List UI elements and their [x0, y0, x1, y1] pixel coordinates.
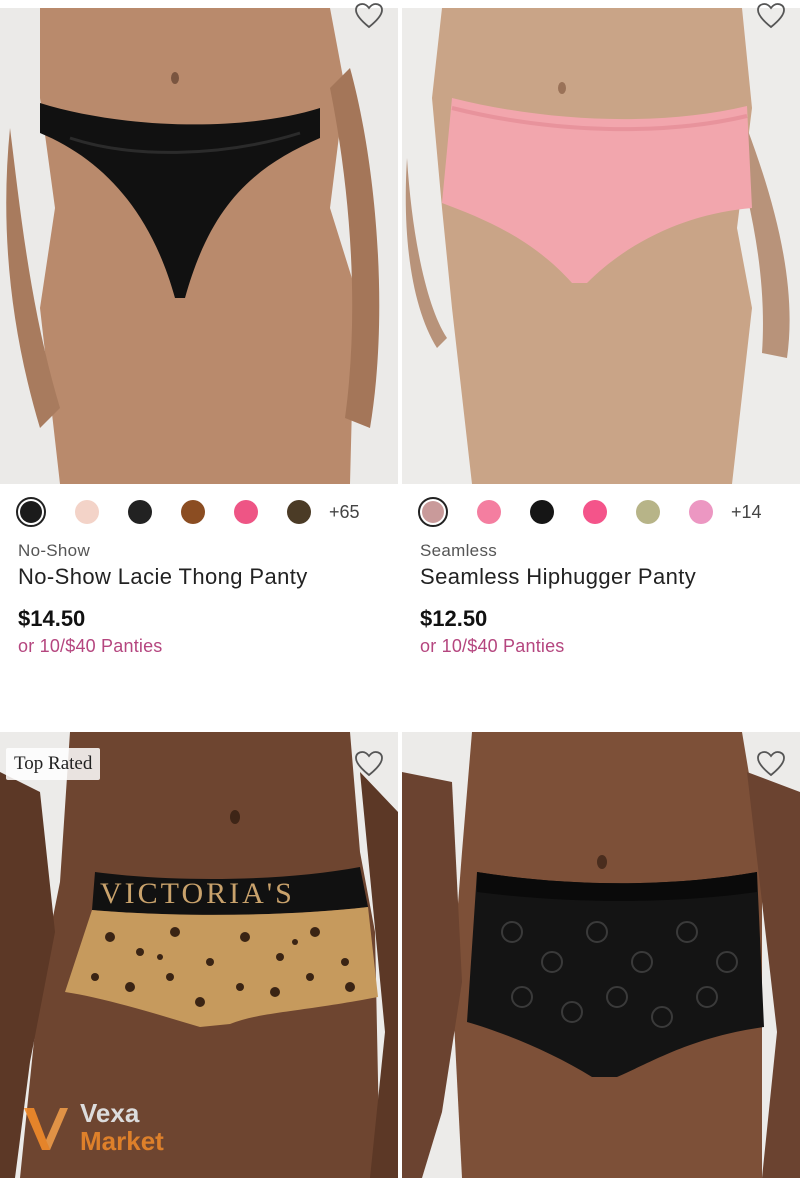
product-grid: +65 No-Show No-Show Lacie Thong Panty $1… [0, 0, 800, 1178]
product-name[interactable]: Seamless Hiphugger Panty [420, 564, 696, 590]
color-swatch[interactable] [128, 500, 152, 524]
color-swatch-selected[interactable] [16, 497, 46, 527]
product-price: $14.50 [18, 606, 86, 631]
product-image[interactable] [402, 8, 800, 484]
color-swatch[interactable] [583, 500, 607, 524]
top-rated-badge: Top Rated [6, 748, 101, 780]
color-swatch[interactable] [530, 500, 554, 524]
color-swatches: +14 [402, 494, 800, 530]
vexa-market-watermark: Vexa Market [20, 1098, 200, 1158]
product-image[interactable] [0, 8, 398, 484]
product-image[interactable] [402, 732, 800, 1178]
product-category: Seamless [420, 541, 498, 560]
wishlist-heart-icon[interactable] [354, 2, 384, 30]
color-swatch[interactable] [75, 500, 99, 524]
wishlist-heart-icon[interactable] [756, 750, 786, 778]
color-swatch[interactable] [287, 500, 311, 524]
promo-text: or 10/$40 Panties [420, 636, 565, 656]
color-swatches: +65 [0, 494, 398, 530]
wishlist-heart-icon[interactable] [354, 750, 384, 778]
waistband-text: VICTORIA'S [100, 877, 295, 910]
color-swatch[interactable] [234, 500, 258, 524]
wishlist-heart-icon[interactable] [756, 2, 786, 30]
color-swatch[interactable] [181, 500, 205, 524]
product-price: $12.50 [420, 606, 488, 631]
product-category: No-Show [18, 541, 91, 560]
color-swatch[interactable] [689, 500, 713, 524]
more-colors-link[interactable]: +65 [329, 502, 360, 523]
product-name[interactable]: No-Show Lacie Thong Panty [18, 564, 308, 590]
color-swatch[interactable] [477, 500, 501, 524]
color-swatch[interactable] [636, 500, 660, 524]
watermark-line2: Market [80, 1126, 164, 1156]
promo-text: or 10/$40 Panties [18, 636, 163, 656]
color-swatch-selected[interactable] [418, 497, 448, 527]
watermark-line1: Vexa [80, 1098, 140, 1128]
more-colors-link[interactable]: +14 [731, 502, 762, 523]
vexa-logo-icon [24, 1108, 68, 1150]
